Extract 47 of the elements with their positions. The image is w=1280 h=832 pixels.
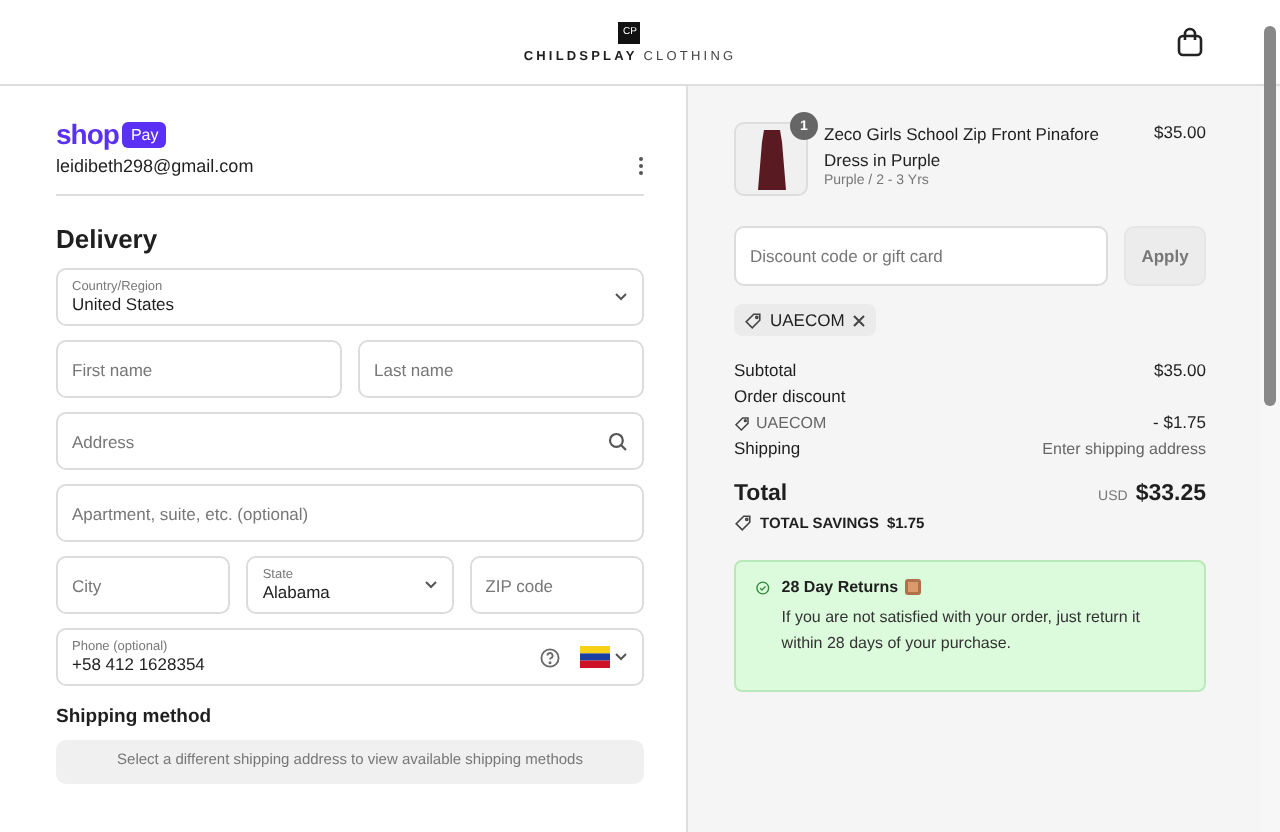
address-search-field[interactable]: Address (56, 412, 644, 470)
summary-value: Enter shipping address (1042, 440, 1206, 458)
field-value: United States (72, 294, 177, 314)
total-label: Total (734, 482, 788, 506)
box-icon (904, 578, 923, 596)
returns-title: 28 Day Returns (781, 578, 899, 596)
shopping-bag-icon[interactable] (1176, 26, 1204, 58)
section-title: Shipping method (56, 706, 214, 728)
summary-value: - $1.75 (1153, 412, 1206, 432)
product-price: $35.00 (1154, 122, 1206, 142)
account-email: leidibeth298@gmail.com (56, 156, 254, 176)
input-field[interactable]: First name (56, 340, 342, 398)
field-value: +58 412 1628354 (72, 654, 207, 674)
chevron-down-icon (614, 652, 628, 662)
search-icon (608, 432, 628, 452)
apply-button[interactable]: Apply (1124, 226, 1206, 286)
input-field[interactable]: Last name (358, 340, 644, 398)
tag-icon (734, 415, 750, 431)
chevron-down-icon (614, 292, 628, 302)
help-icon[interactable] (540, 647, 560, 667)
section-title: Delivery (56, 224, 160, 254)
field-value: Alabama (262, 582, 332, 602)
check-circle-icon (756, 578, 770, 598)
returns-text: If you are not satisfied with your order, just return it within 28 days of your purchase. (781, 606, 1142, 656)
pay-badge: Pay (122, 121, 167, 147)
summary-label: Order discount (734, 386, 846, 406)
flag-icon[interactable] (580, 646, 610, 668)
dress-icon (757, 129, 785, 189)
summary-label: Shipping (734, 438, 801, 458)
discount-field[interactable]: Discount code or gift card (734, 226, 1108, 286)
input-field[interactable]: Apartment, suite, etc. (optional) (56, 484, 644, 542)
discount-code: UAECOM (756, 414, 827, 432)
chevron-down-icon (423, 580, 438, 590)
tag-icon (734, 514, 752, 532)
remove-button[interactable] (852, 313, 867, 327)
total-amount: $33.25 (1135, 482, 1206, 506)
close-icon (852, 313, 867, 327)
product-name: Zeco Girls School Zip Front Pinafore Dress in Purple (824, 122, 1101, 173)
shop-pay-logo: shop (56, 118, 119, 150)
summary-value: $35.00 (1154, 360, 1206, 380)
more-options-icon[interactable] (638, 156, 644, 176)
input-field[interactable]: City (56, 556, 231, 614)
input-field[interactable]: ZIP code (469, 556, 644, 614)
scrollbar-thumb[interactable] (1264, 26, 1276, 406)
discount-code: UAECOM (770, 310, 845, 330)
summary-label: Subtotal (734, 360, 797, 380)
tag-icon (744, 311, 762, 329)
